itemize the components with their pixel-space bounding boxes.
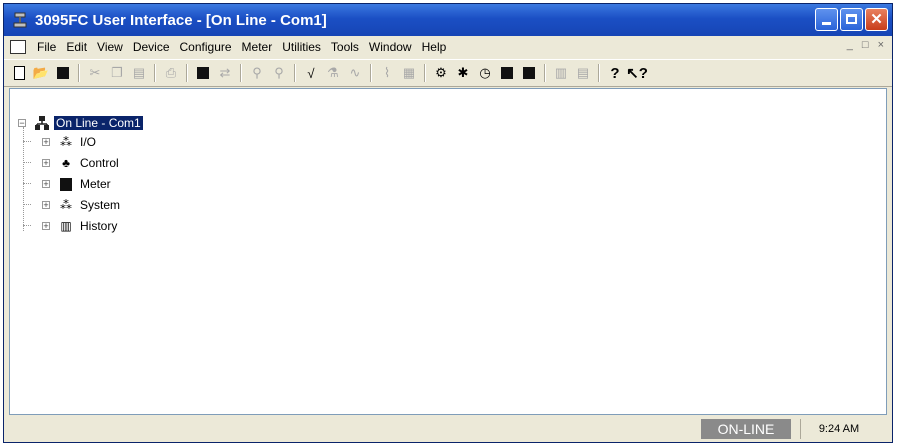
toolbar-separator <box>154 64 156 82</box>
menu-utilities[interactable]: Utilities <box>277 40 326 54</box>
tree-connector <box>23 141 31 142</box>
tree-item-label: I/O <box>80 135 97 149</box>
open-icon[interactable]: 📂 <box>32 64 50 82</box>
tree-root-label: On Line - Com1 <box>54 116 143 130</box>
control-node-icon: ♣ <box>62 156 70 170</box>
print-icon[interactable]: ⎙ <box>162 64 180 82</box>
menu-file[interactable]: File <box>32 40 61 54</box>
tree-item-label: Meter <box>80 177 111 191</box>
chart-icon[interactable]: ▥ <box>552 64 570 82</box>
toolbar: 📂 ✂ ❐ ▤ ⎙ ⇄ ⚲ ⚲ √ ⚗ ∿ ⌇ ▦ ⚙ ✱ ◷ ▥ ▤ ? ↖? <box>4 59 892 87</box>
menu-bar: File Edit View Device Configure Meter Ut… <box>4 36 892 58</box>
tree-item-label: Control <box>80 156 119 170</box>
toolbar-separator <box>186 64 188 82</box>
toolbar-separator <box>294 64 296 82</box>
meter-icon[interactable] <box>498 64 516 82</box>
tree-item-label: System <box>80 198 121 212</box>
paste-icon[interactable]: ▤ <box>130 64 148 82</box>
tree-connector <box>23 225 31 226</box>
menu-window[interactable]: Window <box>364 40 417 54</box>
expand-icon[interactable]: + <box>42 138 50 147</box>
toolbar-separator <box>424 64 426 82</box>
window-title: 3095FC User Interface - [On Line - Com1] <box>35 11 327 29</box>
expand-icon[interactable]: + <box>42 180 50 189</box>
menu-help[interactable]: Help <box>417 40 452 54</box>
close-button[interactable]: ✕ <box>865 8 888 31</box>
copy-icon[interactable]: ❐ <box>108 64 126 82</box>
tree-item-history[interactable]: + ▥ History <box>42 218 119 234</box>
tree-item-meter[interactable]: + Meter <box>42 176 113 192</box>
meter-node-icon <box>58 176 74 192</box>
zoom-in-icon[interactable]: ⚲ <box>248 64 266 82</box>
io-icon[interactable]: ⌇ <box>378 64 396 82</box>
tree-item-label: History <box>80 219 118 233</box>
mdi-minimize-button[interactable]: _ <box>847 39 853 51</box>
collapse-icon[interactable]: − <box>18 119 26 128</box>
tree-connector <box>23 127 24 231</box>
close-icon: ✕ <box>870 11 883 28</box>
expand-icon[interactable]: + <box>42 201 50 210</box>
app-window: 3095FC User Interface - [On Line - Com1]… <box>3 3 893 443</box>
toolbar-separator <box>370 64 372 82</box>
disconnect-icon[interactable]: ⇄ <box>216 64 234 82</box>
menu-edit[interactable]: Edit <box>61 40 92 54</box>
toolbar-separator <box>78 64 80 82</box>
tree-root[interactable]: − On Line - Com1 <box>18 115 143 131</box>
menu-view[interactable]: View <box>92 40 128 54</box>
mdi-controls: _ □ × <box>847 39 884 51</box>
context-help-icon[interactable]: ↖? <box>626 64 648 82</box>
trend-icon[interactable]: ⚗ <box>324 64 342 82</box>
cut-icon[interactable]: ✂ <box>86 64 104 82</box>
menu-tools[interactable]: Tools <box>326 40 364 54</box>
clock-icon[interactable]: ◷ <box>476 64 494 82</box>
graph-icon[interactable]: √ <box>302 64 320 82</box>
minimize-icon <box>822 22 831 25</box>
help-icon[interactable]: ? <box>606 64 624 82</box>
report-icon[interactable]: ▤ <box>574 64 592 82</box>
toolbar-separator <box>544 64 546 82</box>
menu-configure[interactable]: Configure <box>175 40 237 54</box>
window-controls: ✕ <box>815 8 888 31</box>
minimize-button[interactable] <box>815 8 838 31</box>
toolbar-separator <box>598 64 600 82</box>
maximize-icon <box>846 14 857 24</box>
app-icon <box>13 12 27 28</box>
menu-device[interactable]: Device <box>128 40 175 54</box>
tree-item-io[interactable]: + ⁂ I/O <box>42 134 98 150</box>
maximize-button[interactable] <box>840 8 863 31</box>
history-icon[interactable]: ▦ <box>400 64 418 82</box>
tag-icon[interactable]: ✱ <box>454 64 472 82</box>
connection-status: ON-LINE <box>701 419 791 439</box>
mdi-restore-button[interactable]: □ <box>862 39 869 51</box>
expand-icon[interactable]: + <box>42 159 50 168</box>
tree-connector <box>23 162 31 163</box>
network-icon <box>34 115 50 131</box>
menu-meter[interactable]: Meter <box>237 40 278 54</box>
config-icon[interactable]: ⚙ <box>432 64 450 82</box>
status-bar: ON-LINE 9:24 AM <box>4 415 892 442</box>
toolbar-separator <box>240 64 242 82</box>
title-bar[interactable]: 3095FC User Interface - [On Line - Com1]… <box>4 4 892 36</box>
zoom-out-icon[interactable]: ⚲ <box>270 64 288 82</box>
expand-icon[interactable]: + <box>42 222 50 231</box>
history-node-icon: ▥ <box>60 219 72 233</box>
display-icon[interactable] <box>520 64 538 82</box>
io-node-icon: ⁂ <box>60 135 72 149</box>
device-tree-panel: − On Line - Com1 + ⁂ I/O + ♣ Control + M… <box>9 88 887 415</box>
status-time: 9:24 AM <box>800 419 877 439</box>
connect-icon[interactable] <box>194 64 212 82</box>
mdi-close-button[interactable]: × <box>878 39 884 51</box>
new-icon[interactable] <box>10 64 28 82</box>
document-icon[interactable] <box>10 40 26 54</box>
tree-item-system[interactable]: + ⁂ System <box>42 197 122 213</box>
tree-connector <box>23 183 31 184</box>
system-node-icon: ⁂ <box>60 198 72 212</box>
save-icon[interactable] <box>54 64 72 82</box>
wave-icon[interactable]: ∿ <box>346 64 364 82</box>
tree-connector <box>23 204 31 205</box>
tree-item-control[interactable]: + ♣ Control <box>42 155 121 171</box>
